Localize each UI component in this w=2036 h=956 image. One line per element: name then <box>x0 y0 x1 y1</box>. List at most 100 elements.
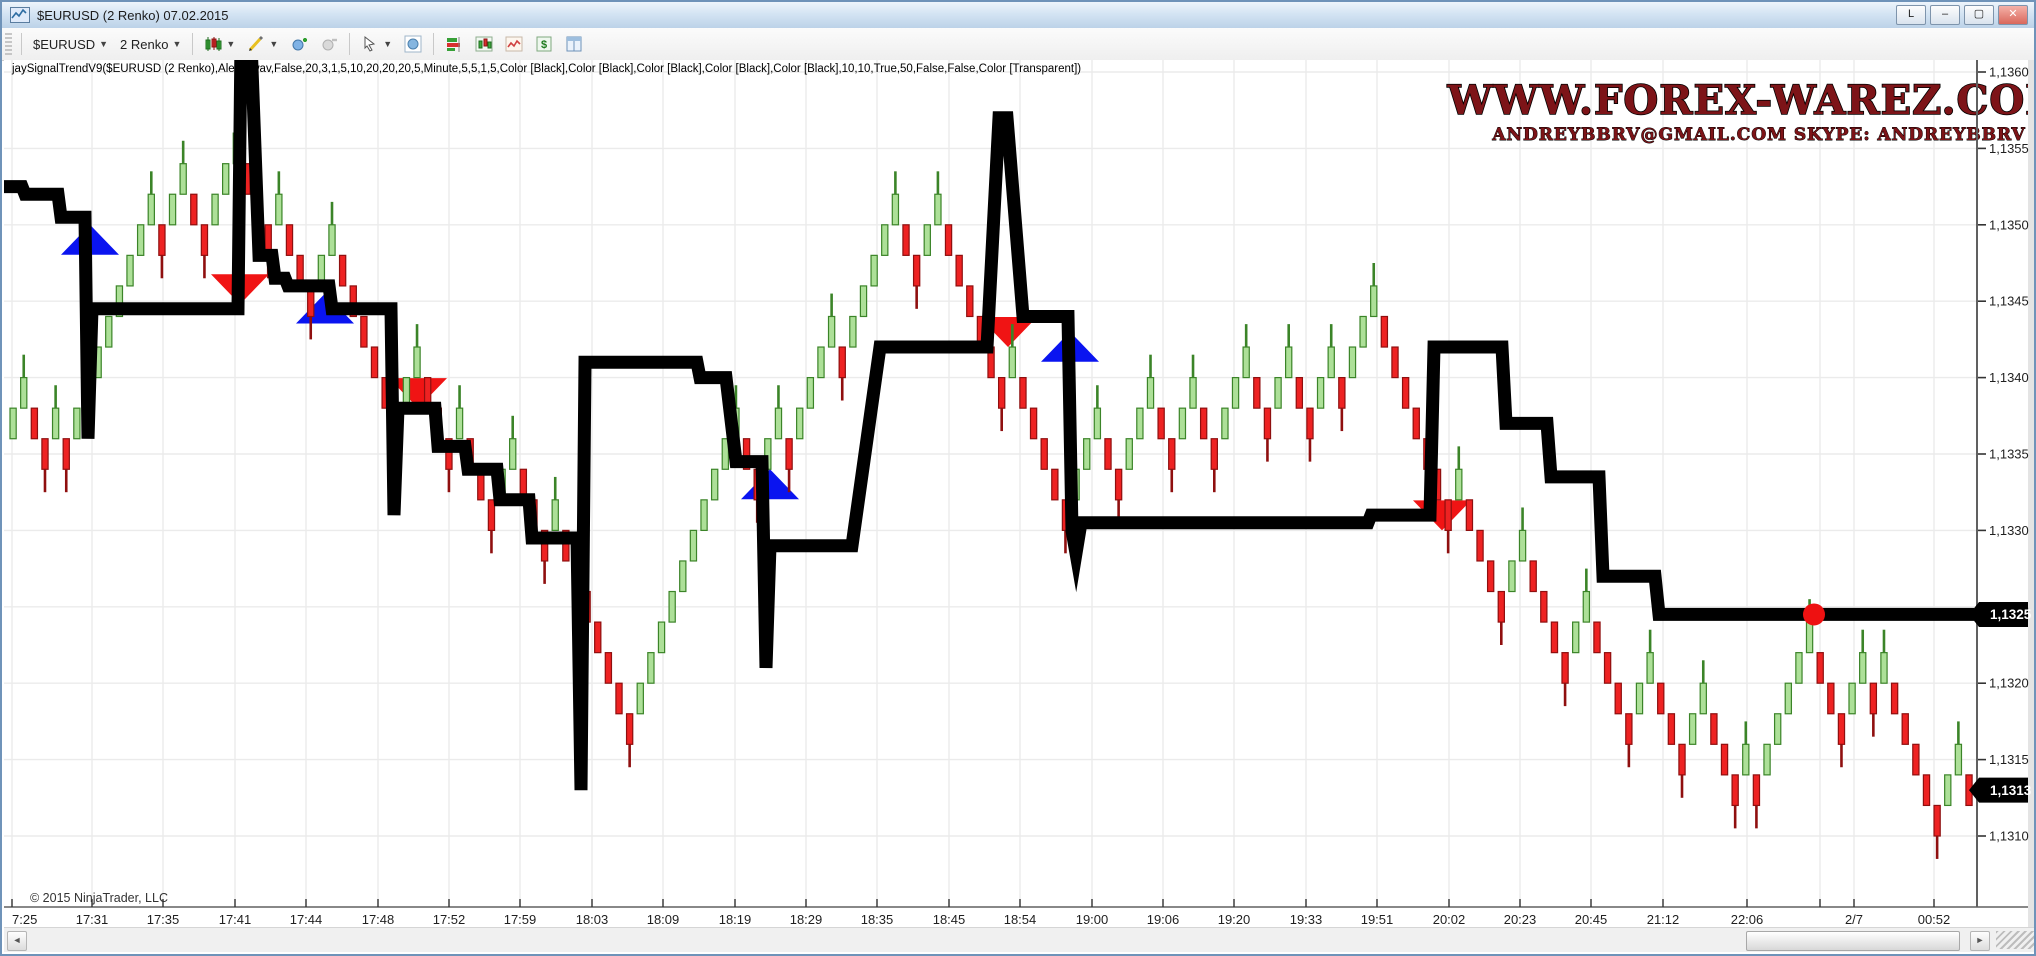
renko-brick-down <box>1668 714 1674 745</box>
renko-brick-down <box>42 439 48 470</box>
renko-brick-up <box>1222 408 1228 439</box>
toolbar-separator <box>349 33 350 55</box>
time-axis-label: 21:12 <box>1647 912 1680 927</box>
renko-brick-up <box>106 316 112 347</box>
window-edge-strip <box>2028 60 2036 932</box>
renko-brick-down <box>1551 622 1557 653</box>
pencil-icon <box>247 35 265 53</box>
link-button[interactable]: L <box>1896 5 1926 25</box>
renko-brick-up <box>829 316 835 347</box>
renko-brick-up <box>1456 469 1462 500</box>
renko-brick-down <box>1711 714 1717 745</box>
time-axis-label: 17:52 <box>433 912 466 927</box>
drawing-tools-button[interactable]: ▼ <box>241 32 284 56</box>
price-axis-label: 1,1350 <box>1989 217 2029 232</box>
renko-brick-down <box>627 714 633 745</box>
renko-brick-up <box>1243 347 1249 378</box>
close-button[interactable]: ✕ <box>1998 5 2028 25</box>
horizontal-scrollbar[interactable]: ◄ ► <box>4 927 2036 952</box>
renko-brick-up <box>935 194 941 225</box>
price-tag-label: 1,1313 <box>1990 783 2032 798</box>
time-axis-label: 2/7 <box>1845 912 1863 927</box>
renko-brick-up <box>818 347 824 378</box>
chart-style-button[interactable]: ▼ <box>198 32 241 56</box>
title-bar[interactable]: $EURUSD (2 Renko) 07.02.2015 L – ▢ ✕ <box>2 2 2034 29</box>
renko-brick-up <box>1371 286 1377 317</box>
renko-brick-down <box>1296 378 1302 409</box>
scroll-right-button[interactable]: ► <box>1970 931 1990 951</box>
market-analyzer-icon <box>445 35 463 53</box>
renko-brick-up <box>510 439 516 470</box>
renko-brick-up <box>1881 653 1887 684</box>
snap-mode-button[interactable] <box>398 32 428 56</box>
renko-brick-down <box>488 500 494 531</box>
instrument-selector[interactable]: $EURUSD ▼ <box>27 34 114 55</box>
zoom-out-button[interactable] <box>314 32 344 56</box>
time-axis-label: 19:20 <box>1218 912 1251 927</box>
renko-brick-up <box>1275 378 1281 409</box>
period-selector[interactable]: 2 Renko ▼ <box>114 34 187 55</box>
chevron-down-icon: ▼ <box>269 39 278 49</box>
renko-brick-up <box>53 408 59 439</box>
panel-button[interactable] <box>559 32 589 56</box>
renko-brick-up <box>456 408 462 439</box>
indicator-label: jaySignalTrendV9($EURUSD (2 Renko),Alert… <box>11 63 1081 75</box>
renko-brick-up <box>1764 744 1770 775</box>
zoom-in-button[interactable] <box>284 32 314 56</box>
resize-grip[interactable] <box>1996 931 2034 949</box>
renko-brick-up <box>850 316 856 347</box>
time-axis-label: 19:00 <box>1076 912 1109 927</box>
renko-brick-down <box>1339 378 1345 409</box>
scrollbar-thumb[interactable] <box>1746 931 1960 951</box>
renko-brick-down <box>1838 714 1844 745</box>
renko-brick-down <box>1923 775 1929 806</box>
renko-brick-down <box>616 683 622 714</box>
account-data-button[interactable]: $ <box>529 32 559 56</box>
svg-text:$: $ <box>541 39 547 51</box>
maximize-button[interactable]: ▢ <box>1964 5 1994 25</box>
time-axis-label: 19:51 <box>1361 912 1394 927</box>
market-analyzer-button[interactable] <box>439 32 469 56</box>
renko-brick-up <box>180 164 186 195</box>
renko-brick-up <box>1126 439 1132 470</box>
renko-brick-up <box>860 286 866 317</box>
strategy-chart-icon <box>505 35 523 53</box>
renko-brick-up <box>775 408 781 439</box>
renko-brick-up <box>1775 714 1781 745</box>
instrument-label: $EURUSD <box>33 37 95 52</box>
cursor-tool-button[interactable]: ▼ <box>355 32 398 56</box>
time-axis-label: 18:54 <box>1004 912 1037 927</box>
price-axis-label: 1,1320 <box>1989 676 2029 691</box>
chart-window: $EURUSD (2 Renko) 07.02.2015 L – ▢ ✕ $EU… <box>0 0 2036 956</box>
chart-plot-area[interactable]: WWW.FOREX-WAREZ.COMANDREYBBRV@GMAIL.COM … <box>4 60 2036 932</box>
renko-brick-down <box>1934 805 1940 836</box>
price-axis-label: 1,1360 <box>1989 65 2029 80</box>
price-tag-label: 1,1325 <box>1990 607 2032 622</box>
renko-brick-up <box>1785 683 1791 714</box>
scroll-left-button[interactable]: ◄ <box>7 931 27 951</box>
renko-brick-down <box>1541 592 1547 623</box>
minimize-button[interactable]: – <box>1930 5 1960 25</box>
renko-brick-up <box>690 530 696 561</box>
renko-brick-up <box>1009 347 1015 378</box>
time-axis-label: 18:35 <box>861 912 894 927</box>
renko-brick-up <box>1849 683 1855 714</box>
toolbar-grip-handle[interactable] <box>5 33 12 55</box>
new-chart-button[interactable] <box>469 32 499 56</box>
price-axis-label: 1,1340 <box>1989 370 2029 385</box>
time-axis-label: 22:06 <box>1731 912 1764 927</box>
toolbar-separator <box>192 33 193 55</box>
chart-icon <box>475 35 493 53</box>
renko-brick-down <box>1392 347 1398 378</box>
renko-brick-down <box>1626 714 1632 745</box>
time-axis-label: 19:06 <box>1147 912 1180 927</box>
renko-brick-up <box>882 225 888 256</box>
toolbar-separator <box>433 33 434 55</box>
copyright-text: © 2015 NinjaTrader, LLC <box>30 891 168 905</box>
renko-brick-up <box>1349 347 1355 378</box>
renko-brick-down <box>1721 744 1727 775</box>
watermark-line2: ANDREYBBRV@GMAIL.COM SKYPE: ANDREYBBRV <box>1491 125 2025 145</box>
strategy-analyzer-button[interactable] <box>499 32 529 56</box>
renko-brick-up <box>1743 744 1749 775</box>
renko-brick-down <box>1041 439 1047 470</box>
